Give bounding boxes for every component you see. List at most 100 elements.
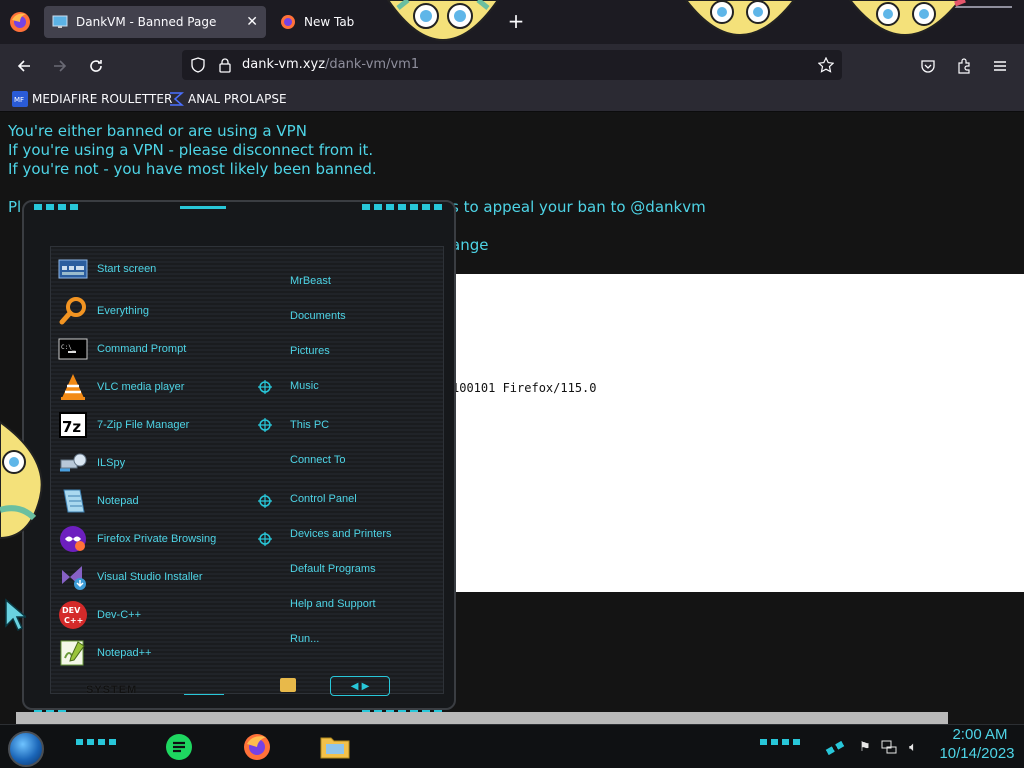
app-start-screen[interactable]: Start screen <box>58 252 258 286</box>
app-label: ILSpy <box>97 457 126 469</box>
app-firefox-private[interactable]: Firefox Private Browsing <box>58 522 258 556</box>
shield-icon[interactable] <box>190 57 206 73</box>
star-icon[interactable] <box>818 57 834 73</box>
extensions-button[interactable] <box>950 52 978 80</box>
taskbar-app-file-explorer[interactable] <box>316 730 354 764</box>
start-screen-icon <box>58 259 88 279</box>
volume-icon[interactable]: 🔈︎ <box>904 738 922 756</box>
cmd-icon: C:\_ <box>58 338 88 360</box>
notes-icon <box>166 734 192 760</box>
svg-text:C++: C++ <box>64 616 83 625</box>
app-label: Visual Studio Installer <box>97 571 203 583</box>
app-vlc[interactable]: VLC media player <box>58 370 258 404</box>
reload-button[interactable] <box>82 52 110 80</box>
firefox-icon <box>281 15 295 29</box>
submenu-arrow-icon[interactable] <box>258 532 272 546</box>
file-explorer-icon <box>320 737 350 759</box>
user-agent-panel: 100101 Firefox/115.0 <box>452 274 1024 592</box>
bookmarks-toolbar: MF MEDIAFIRE ROULETTER ANAL PROLAPSE <box>0 86 1024 112</box>
app-label: Everything <box>97 305 149 317</box>
notepadpp-icon <box>60 640 85 666</box>
bookmark-sigma[interactable]: ANAL PROLAPSE <box>168 90 287 108</box>
tab-new-tab[interactable]: New Tab <box>272 6 372 38</box>
user-agent-text: 100101 Firefox/115.0 <box>452 381 597 395</box>
app-devcpp[interactable]: DEV C++ Dev-C++ <box>58 598 258 632</box>
vs-installer-icon <box>62 566 86 590</box>
menu-link-run[interactable]: Run... <box>290 633 319 645</box>
clock-time[interactable]: 2:00 AM <box>940 726 1020 743</box>
ban-message-line: ange <box>451 236 489 254</box>
app-label: Firefox Private Browsing <box>97 533 217 545</box>
app-label: 7-Zip File Manager <box>97 419 190 431</box>
menu-link-default-programs[interactable]: Default Programs <box>290 563 376 575</box>
submenu-arrow-icon[interactable] <box>258 494 272 508</box>
start-menu: Start screen Everything C:\_ Command Pro… <box>0 200 456 724</box>
app-command-prompt[interactable]: C:\_ Command Prompt <box>58 332 258 366</box>
app-label: VLC media player <box>97 381 185 393</box>
flag-icon[interactable]: ⚑ <box>856 738 874 756</box>
menu-link-mrbeast[interactable]: MrBeast <box>290 275 331 287</box>
puzzle-icon <box>958 58 970 74</box>
app-notepadpp[interactable]: Notepad++ <box>58 636 258 670</box>
close-icon[interactable]: ✕ <box>246 14 258 30</box>
pocket-icon <box>921 60 935 73</box>
bookmark-label: MEDIAFIRE ROULETTER <box>32 92 173 106</box>
menu-link-connect-to[interactable]: Connect To <box>290 454 345 466</box>
pocket-button[interactable] <box>914 52 942 80</box>
menu-link-this-pc[interactable]: This PC <box>290 419 329 431</box>
ilspy-icon <box>60 453 87 472</box>
url-bar[interactable]: dank-vm.xyz/dank-vm/vm1 <box>182 50 842 80</box>
taskbar-app-notes[interactable] <box>160 730 198 764</box>
menu-link-documents[interactable]: Documents <box>290 310 346 322</box>
nav-bar: dank-vm.xyz/dank-vm/vm1 <box>0 44 1024 86</box>
back-button[interactable] <box>10 52 38 80</box>
app-label: Dev-C++ <box>97 609 142 621</box>
url-host: dank-vm.xyz <box>242 57 326 72</box>
firefox-menu-icon[interactable] <box>8 10 32 34</box>
taskbar-decoration <box>76 739 116 745</box>
menu-link-pictures[interactable]: Pictures <box>290 345 330 357</box>
app-notepad[interactable]: Notepad <box>58 484 258 518</box>
arrow-right-icon <box>54 60 67 72</box>
frame-decoration <box>180 206 226 209</box>
menu-link-devices-printers[interactable]: Devices and Printers <box>290 528 392 540</box>
7zip-icon: 7z <box>59 412 87 438</box>
cartoon-face-sticker <box>0 420 43 540</box>
submenu-arrow-icon[interactable] <box>258 380 272 394</box>
bookmark-mediafire[interactable]: MF MEDIAFIRE ROULETTER <box>12 90 172 108</box>
app-vs-installer[interactable]: Visual Studio Installer <box>58 560 258 594</box>
clock-date[interactable]: 10/14/2023 <box>930 745 1024 762</box>
frame-decoration <box>362 204 442 210</box>
firefox-icon <box>244 734 270 760</box>
app-7zip[interactable]: 7z 7-Zip File Manager <box>58 408 258 442</box>
reload-icon <box>90 60 102 72</box>
bookmark-label: ANAL PROLAPSE <box>188 92 287 106</box>
app-everything[interactable]: Everything <box>58 294 258 328</box>
ban-message-line: You're either banned or are using a VPN <box>8 122 307 140</box>
firefox-private-icon <box>60 526 86 552</box>
menu-button[interactable] <box>986 52 1014 80</box>
app-ilspy[interactable]: ILSpy <box>58 446 258 480</box>
svg-text:MF: MF <box>14 96 24 104</box>
app-label: Command Prompt <box>97 343 187 355</box>
power-options-button[interactable]: ◀ ▶ <box>330 676 390 696</box>
cartoon-face-sticker <box>848 0 966 36</box>
cartoon-face-sticker <box>684 0 796 36</box>
menu-link-help-support[interactable]: Help and Support <box>290 598 376 610</box>
svg-text:7z: 7z <box>62 418 81 436</box>
start-button[interactable] <box>8 731 44 767</box>
notepad-icon <box>63 489 85 513</box>
forward-button[interactable] <box>46 52 74 80</box>
hamburger-icon <box>994 61 1006 71</box>
submenu-arrow-icon[interactable] <box>258 418 272 432</box>
horizontal-scrollbar[interactable] <box>16 712 948 724</box>
sticky-note-icon[interactable] <box>280 678 296 692</box>
network-icon[interactable] <box>880 738 898 756</box>
magnifier-icon <box>59 297 86 325</box>
lock-icon[interactable] <box>218 57 232 73</box>
menu-link-music[interactable]: Music <box>290 380 319 392</box>
tab-dankvm[interactable]: DankVM - Banned Page ✕ <box>44 6 266 38</box>
taskbar-app-firefox[interactable] <box>238 730 276 764</box>
menu-link-control-panel[interactable]: Control Panel <box>290 493 357 505</box>
frame-decoration <box>34 204 82 210</box>
